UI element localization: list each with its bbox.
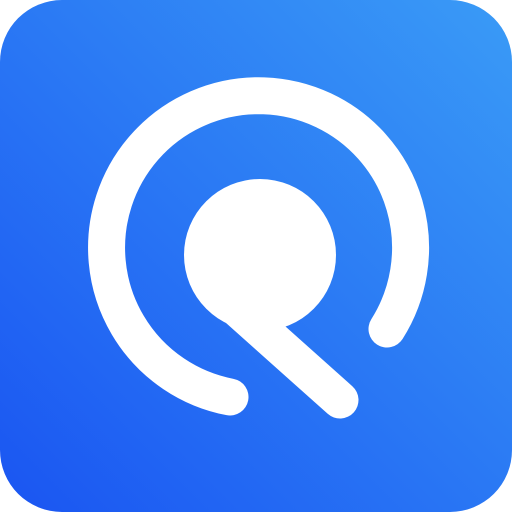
app-icon-graphic [0, 0, 512, 512]
app-icon[interactable] [0, 0, 512, 512]
